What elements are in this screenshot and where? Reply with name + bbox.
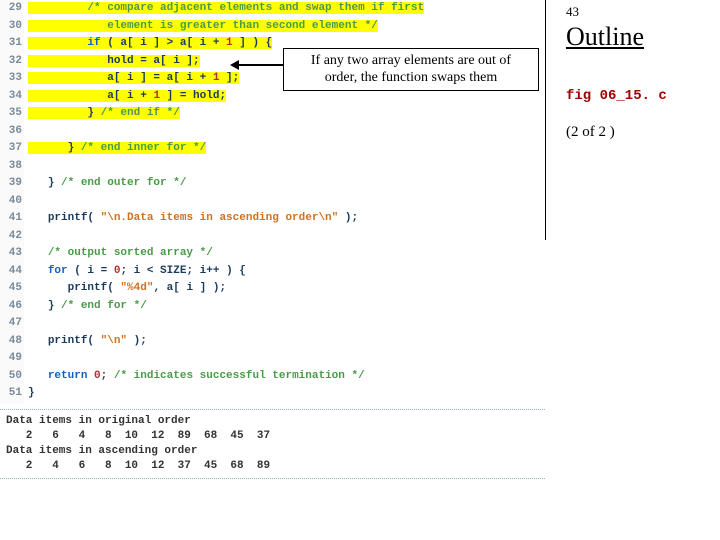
code-line: 49 (0, 350, 545, 368)
line-number: 30 (0, 18, 28, 36)
line-number: 45 (0, 280, 28, 298)
code-content: } /* end outer for */ (28, 175, 186, 193)
line-number: 42 (0, 228, 28, 246)
code-line: 51} (0, 385, 545, 403)
code-content: } /* end for */ (28, 298, 147, 316)
code-content: printf( "\n" ); (28, 333, 147, 351)
figure-filename: fig 06_15. c (566, 88, 710, 104)
code-line: 44 for ( i = 0; i < SIZE; i++ ) { (0, 263, 545, 281)
line-number: 43 (0, 245, 28, 263)
code-line: 47 (0, 315, 545, 333)
code-line: 41 printf( "\n.Data items in ascending o… (0, 210, 545, 228)
line-number: 48 (0, 333, 28, 351)
page-indicator: (2 of 2 ) (566, 124, 710, 141)
code-line: 29 /* compare adjacent elements and swap… (0, 0, 545, 18)
page-number: 43 (566, 4, 710, 20)
line-number: 35 (0, 105, 28, 123)
code-line: 38 (0, 158, 545, 176)
line-number: 47 (0, 315, 28, 333)
code-content: } /* end if */ (28, 105, 180, 123)
outline-title: Outline (566, 22, 710, 52)
code-content: } /* end inner for */ (28, 140, 206, 158)
code-content: return 0; /* indicates successful termin… (28, 368, 365, 386)
line-number: 34 (0, 88, 28, 106)
line-number: 31 (0, 35, 28, 53)
code-content: a[ i + 1 ] = hold; (28, 88, 226, 106)
line-number: 38 (0, 158, 28, 176)
code-content: a[ i ] = a[ i + 1 ]; (28, 70, 239, 88)
code-line: 40 (0, 193, 545, 211)
code-line: 48 printf( "\n" ); (0, 333, 545, 351)
code-content: hold = a[ i ]; (28, 53, 200, 71)
code-line: 45 printf( "%4d", a[ i ] ); (0, 280, 545, 298)
code-line: 39 } /* end outer for */ (0, 175, 545, 193)
line-number: 46 (0, 298, 28, 316)
sidebar: 43 Outline fig 06_15. c (2 of 2 ) (545, 0, 720, 240)
code-line: 37 } /* end inner for */ (0, 140, 545, 158)
line-number: 39 (0, 175, 28, 193)
code-content: } (28, 385, 35, 403)
arrow-line (238, 64, 284, 66)
line-number: 32 (0, 53, 28, 71)
line-number: 51 (0, 385, 28, 403)
code-content: if ( a[ i ] > a[ i + 1 ] ) { (28, 35, 272, 53)
line-number: 36 (0, 123, 28, 141)
code-line: 30 element is greater than second elemen… (0, 18, 545, 36)
code-line: 42 (0, 228, 545, 246)
code-line: 43 /* output sorted array */ (0, 245, 545, 263)
code-line: 35 } /* end if */ (0, 105, 545, 123)
code-line: 50 return 0; /* indicates successful ter… (0, 368, 545, 386)
code-content: printf( "\n.Data items in ascending orde… (28, 210, 358, 228)
annotation-line1: If any two array elements are out of (288, 52, 534, 69)
line-number: 29 (0, 0, 28, 18)
annotation-line2: order, the function swaps them (288, 69, 534, 86)
code-content: /* output sorted array */ (28, 245, 213, 263)
code-line: 46 } /* end for */ (0, 298, 545, 316)
line-number: 41 (0, 210, 28, 228)
line-number: 33 (0, 70, 28, 88)
code-content: for ( i = 0; i < SIZE; i++ ) { (28, 263, 246, 281)
annotation-arrow (230, 64, 284, 66)
program-output: Data items in original order 2 6 4 8 10 … (0, 409, 545, 479)
line-number: 40 (0, 193, 28, 211)
code-content: printf( "%4d", a[ i ] ); (28, 280, 226, 298)
line-number: 37 (0, 140, 28, 158)
code-content: /* compare adjacent elements and swap th… (28, 0, 424, 18)
line-number: 50 (0, 368, 28, 386)
line-number: 49 (0, 350, 28, 368)
line-number: 44 (0, 263, 28, 281)
annotation-callout: If any two array elements are out of ord… (283, 48, 539, 91)
code-line: 36 (0, 123, 545, 141)
code-content: element is greater than second element *… (28, 18, 378, 36)
